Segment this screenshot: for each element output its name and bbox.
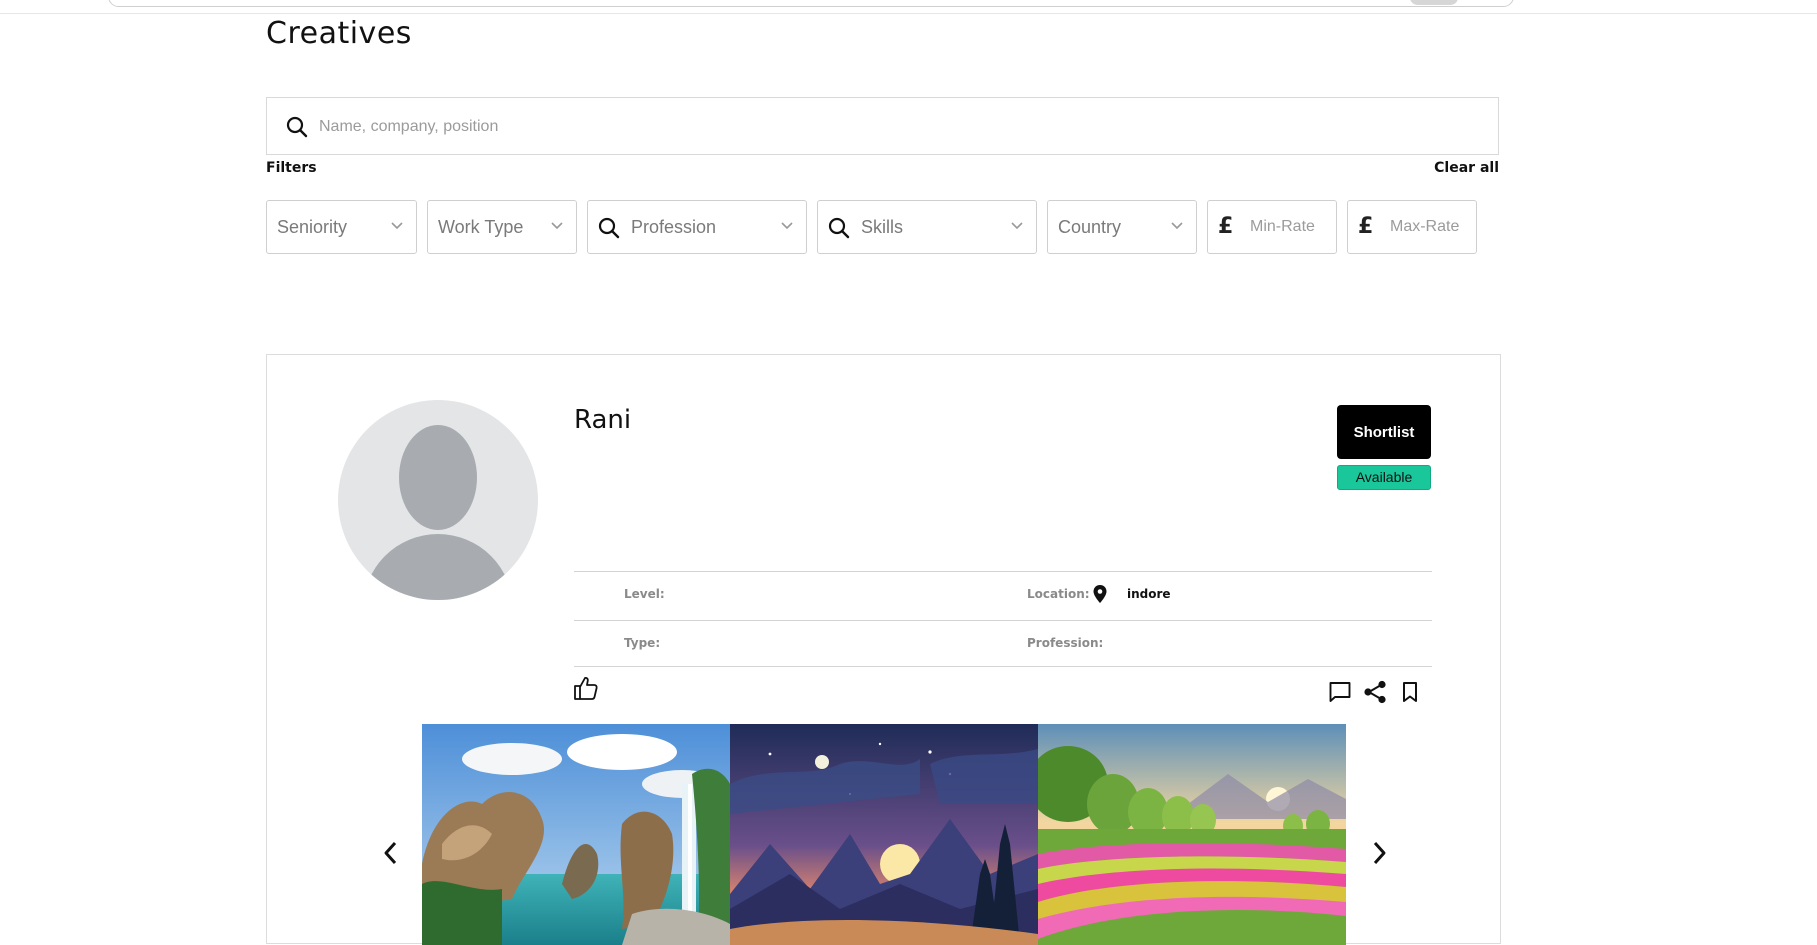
search-bar	[266, 97, 1499, 155]
status-badge: Available	[1337, 465, 1431, 490]
location-value: indore	[1127, 587, 1171, 601]
work-type-select[interactable]: Work Type	[427, 200, 577, 254]
chevron-right-icon[interactable]	[1367, 838, 1391, 868]
location-pin-icon	[1093, 585, 1107, 603]
divider	[574, 620, 1432, 621]
skills-label: Skills	[861, 217, 904, 237]
search-icon	[286, 116, 308, 138]
top-search-pill[interactable]	[108, 0, 1514, 7]
level-label: Level:	[624, 587, 665, 601]
page-title: Creatives	[266, 16, 412, 51]
search-icon	[598, 217, 620, 239]
search-input[interactable]	[319, 110, 1479, 144]
chevron-down-icon	[551, 222, 563, 230]
location-label: Location:	[1027, 587, 1090, 601]
gallery-image[interactable]	[422, 724, 730, 945]
type-label: Type:	[624, 636, 661, 650]
pound-icon: £	[1358, 214, 1374, 239]
seniority-select[interactable]: Seniority	[266, 200, 417, 254]
seniority-label: Seniority	[277, 217, 348, 237]
pound-icon: £	[1218, 214, 1234, 239]
divider	[574, 571, 1432, 572]
profession-label: Profession	[631, 217, 717, 237]
country-label: Country	[1058, 217, 1122, 237]
profession-field-label: Profession:	[1027, 636, 1104, 650]
chevron-down-icon	[1171, 222, 1183, 230]
divider	[574, 666, 1432, 667]
comment-icon[interactable]	[1328, 680, 1352, 704]
chevron-down-icon	[1011, 222, 1023, 230]
share-icon[interactable]	[1362, 679, 1388, 705]
avatar	[338, 400, 538, 600]
max-rate-placeholder: Max-Rate	[1390, 218, 1460, 235]
creative-name[interactable]: Rani	[574, 405, 631, 435]
chevron-down-icon	[391, 222, 403, 230]
gallery-image[interactable]	[730, 724, 1038, 945]
country-select[interactable]: Country	[1047, 200, 1197, 254]
min-rate-field[interactable]: £ Min-Rate	[1207, 200, 1337, 254]
chevron-left-icon[interactable]	[379, 838, 403, 868]
avatar-head-shape	[399, 425, 477, 530]
thumbs-up-icon[interactable]	[573, 675, 599, 701]
avatar-body-shape	[363, 534, 513, 600]
search-icon	[828, 217, 850, 239]
creative-card: Rani Shortlist Available Level: Location…	[266, 354, 1501, 945]
chevron-down-icon	[781, 222, 793, 230]
skills-select[interactable]: Skills	[817, 200, 1037, 254]
gallery-image[interactable]	[1038, 724, 1346, 945]
max-rate-field[interactable]: £ Max-Rate	[1347, 200, 1477, 254]
min-rate-placeholder: Min-Rate	[1250, 218, 1315, 235]
filters-label: Filters	[266, 160, 317, 176]
top-pill-button[interactable]	[1410, 0, 1458, 5]
shortlist-button[interactable]: Shortlist	[1337, 405, 1431, 459]
browser-top-strip	[0, 0, 1817, 14]
bookmark-icon[interactable]	[1401, 681, 1419, 703]
profession-select[interactable]: Profession	[587, 200, 807, 254]
clear-all-link[interactable]: Clear all	[1430, 160, 1499, 176]
work-type-label: Work Type	[438, 217, 524, 237]
